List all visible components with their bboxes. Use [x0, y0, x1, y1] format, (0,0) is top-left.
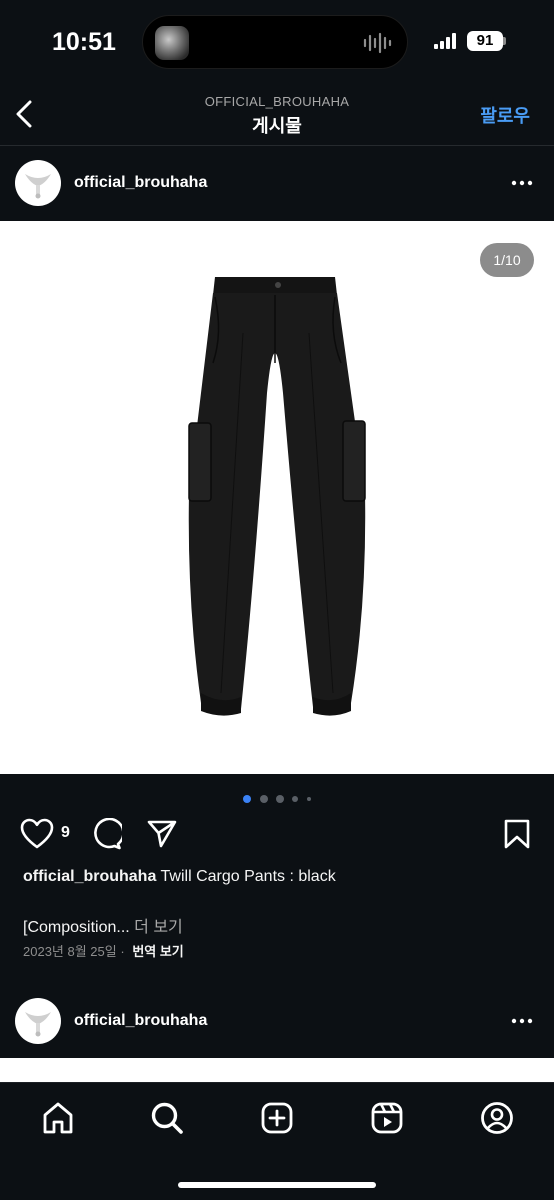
profile-icon[interactable]: [480, 1101, 514, 1135]
search-icon[interactable]: [150, 1101, 184, 1135]
status-time: 10:51: [52, 28, 116, 56]
status-bar: 10:51 91: [0, 0, 554, 84]
caption-continued: [Composition... 더 보기: [23, 913, 183, 937]
post-author-row: official_brouhaha: [0, 146, 554, 220]
cellular-signal-icon: [434, 33, 456, 49]
more-horizontal-icon[interactable]: [510, 171, 534, 195]
next-post-image[interactable]: [0, 1058, 554, 1084]
translate-link[interactable]: 번역 보기: [132, 944, 183, 959]
bookmark-icon[interactable]: [503, 818, 531, 850]
next-post-author-row: official_brouhaha: [0, 984, 554, 1058]
home-indicator: [178, 1182, 376, 1188]
plus-square-icon[interactable]: [260, 1101, 294, 1135]
carousel-dot: [292, 795, 299, 802]
reels-icon[interactable]: [370, 1101, 404, 1135]
battery-level: 91: [467, 31, 503, 51]
post-actions: 9: [0, 812, 554, 858]
comment-icon[interactable]: [90, 818, 122, 850]
avatar[interactable]: [15, 160, 61, 206]
next-post-username[interactable]: official_brouhaha: [74, 1012, 207, 1030]
follow-button[interactable]: 팔로우: [480, 102, 530, 128]
post-caption: official_brouhaha Twill Cargo Pants : bl…: [23, 868, 543, 886]
send-icon[interactable]: [146, 818, 178, 850]
header-account-name: OFFICIAL_BROUHAHA: [204, 94, 350, 109]
product-photo-cargo-pants: [188, 277, 366, 716]
home-icon[interactable]: [41, 1101, 75, 1135]
more-horizontal-icon[interactable]: [510, 1009, 534, 1033]
carousel-indicator: [0, 790, 554, 803]
caption-text: Twill Cargo Pants : black: [160, 868, 336, 885]
audio-waveform-icon: [363, 32, 392, 54]
post-username[interactable]: official_brouhaha: [74, 174, 207, 192]
heart-icon[interactable]: [20, 818, 54, 850]
post-image[interactable]: 1/10: [0, 221, 554, 774]
carousel-dot-active: [243, 794, 252, 803]
carousel-dot: [259, 794, 268, 803]
carousel-dot: [306, 796, 311, 801]
more-link[interactable]: 더 보기: [134, 919, 183, 936]
post-header-bar: OFFICIAL_BROUHAHA 게시물 팔로우: [0, 84, 554, 146]
dynamic-island[interactable]: [142, 15, 408, 69]
post-date: 2023년 8월 25일: [23, 944, 117, 959]
caption-line-2: [Composition...: [23, 919, 130, 936]
now-playing-thumbnail: [155, 26, 189, 60]
post-meta: 2023년 8월 25일 · 번역 보기: [23, 941, 184, 960]
page-title: 게시물: [252, 116, 302, 136]
like-count[interactable]: 9: [61, 824, 70, 842]
carousel-dot: [276, 794, 284, 803]
meta-separator: ·: [120, 944, 125, 959]
caption-username[interactable]: official_brouhaha: [23, 868, 156, 885]
battery-tip: [503, 37, 506, 45]
image-counter: 1/10: [480, 243, 534, 277]
avatar[interactable]: [15, 998, 61, 1044]
